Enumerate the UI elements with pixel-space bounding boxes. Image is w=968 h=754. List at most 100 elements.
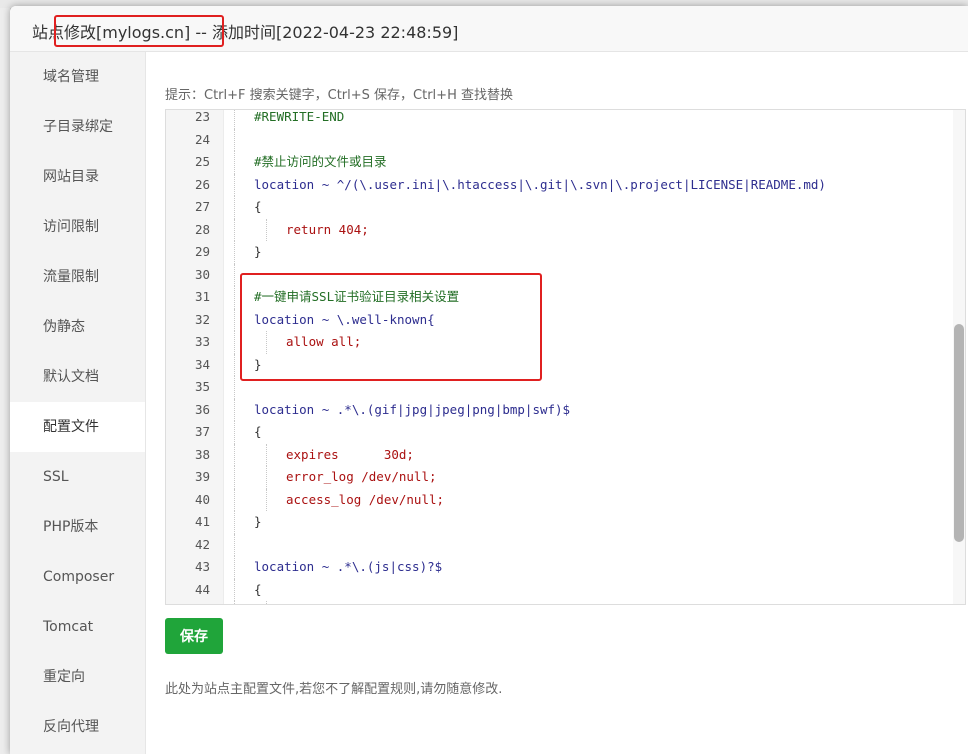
indent-guide xyxy=(234,488,235,511)
scrollbar-thumb[interactable] xyxy=(954,324,964,542)
line-number: 39 xyxy=(194,469,210,484)
sidebar-item[interactable]: 配置文件 xyxy=(10,402,145,452)
line-number: 29 xyxy=(194,244,210,259)
line-number: 25 xyxy=(194,154,210,169)
code-line: 27 { xyxy=(166,196,946,219)
line-number: 43 xyxy=(194,559,210,574)
editor-scrollbar[interactable] xyxy=(953,110,965,604)
indent-guide xyxy=(234,241,235,264)
line-text: { xyxy=(254,199,262,214)
indent-guide xyxy=(266,443,267,466)
code-line: 23 #REWRITE-END xyxy=(166,109,946,129)
line-number: 35 xyxy=(194,379,210,394)
line-text: access_log /dev/null; xyxy=(286,491,445,507)
sidebar-item[interactable]: 反向代理 xyxy=(10,702,145,752)
indent-guide xyxy=(234,466,235,489)
settings-sidebar: 域名管理 子目录绑定 网站目录 访问限制 流量限制 伪静态 默认文档 配置文件 SSL PHP版本… xyxy=(10,52,146,754)
indent-guide xyxy=(234,308,235,331)
shortcut-hint: 提示：Ctrl+F 搜索关键字，Ctrl+S 保存，Ctrl+H 查找替换 xyxy=(165,88,513,103)
indent-guide xyxy=(234,443,235,466)
line-number: 31 xyxy=(194,289,210,304)
code-line: 44 { xyxy=(166,578,946,601)
line-number: 24 xyxy=(194,131,210,147)
indent-guide xyxy=(234,556,235,579)
site-edit-dialog: 站点修改[mylogs.cn] -- 添加时间[2022-04-23 22:48… xyxy=(10,6,968,754)
sidebar-item[interactable]: SSL xyxy=(10,452,145,502)
config-file-panel: 提示：Ctrl+F 搜索关键字，Ctrl+S 保存，Ctrl+H 查找替换 23… xyxy=(165,52,968,754)
sidebar-item[interactable]: Composer xyxy=(10,552,145,602)
indent-guide xyxy=(234,196,235,219)
sidebar-item[interactable]: Tomcat xyxy=(10,602,145,652)
config-code-editor[interactable]: 23 #REWRITE-END 24 25 #禁止访问的文件或目录 26 location … xyxy=(165,109,966,605)
indent-guide xyxy=(234,601,235,604)
sidebar-item[interactable]: 访问限制 xyxy=(10,202,145,252)
code-line: 39 error_log /dev/null; xyxy=(166,466,946,489)
sidebar-item[interactable]: 网站目录 xyxy=(10,152,145,202)
line-text: location ~ .*\.(gif|jpg|jpeg|png|bmp|swf… xyxy=(254,401,571,417)
indent-guide xyxy=(234,151,235,174)
line-text: location ~ ^/(\.user.ini|\.htaccess|\.gi… xyxy=(254,176,826,192)
domain-highlight-box xyxy=(54,15,224,47)
indent-guide xyxy=(234,376,235,399)
indent-guide xyxy=(266,218,267,241)
line-text: #REWRITE-END xyxy=(254,109,345,124)
sidebar-item[interactable]: 默认文档 xyxy=(10,352,145,402)
line-text: { xyxy=(254,581,262,597)
code-line: 24 xyxy=(166,128,946,151)
dialog-titlebar[interactable]: 站点修改[mylogs.cn] -- 添加时间[2022-04-23 22:48… xyxy=(10,6,968,52)
line-text: } xyxy=(254,244,262,259)
line-number: 38 xyxy=(194,446,210,462)
code-line: 26 location ~ ^/(\.user.ini|\.htaccess|\.… xyxy=(166,173,946,196)
line-number: 37 xyxy=(194,424,210,439)
save-button[interactable]: 保存 xyxy=(165,618,223,654)
code-line: 28 return 404; xyxy=(166,218,946,241)
sidebar-item[interactable]: 流量限制 xyxy=(10,252,145,302)
indent-guide xyxy=(234,578,235,601)
line-number: 28 xyxy=(194,221,210,237)
indent-guide xyxy=(266,488,267,511)
code-line: 29} xyxy=(166,241,946,264)
code-line: 25 #禁止访问的文件或目录 xyxy=(166,151,946,174)
line-number: 34 xyxy=(194,356,210,372)
sidebar-item[interactable]: PHP版本 xyxy=(10,502,145,552)
indent-guide xyxy=(266,601,267,604)
indent-guide xyxy=(234,263,235,286)
indent-guide xyxy=(234,128,235,151)
indent-guide xyxy=(234,218,235,241)
line-number: 36 xyxy=(194,401,210,417)
code-line: 37 { xyxy=(166,421,946,444)
sidebar-item[interactable]: 子目录绑定 xyxy=(10,102,145,152)
sidebar-item[interactable]: 伪静态 xyxy=(10,302,145,352)
ssl-block-highlight-box xyxy=(240,273,542,381)
line-number: 41 xyxy=(194,514,210,529)
code-line: 43 location ~ .*\.(js|css)?$ xyxy=(166,556,946,579)
line-number: 42 xyxy=(194,536,210,552)
sidebar-item[interactable]: 重定向 xyxy=(10,652,145,702)
code-line: 38 expires 30d; xyxy=(166,443,946,466)
code-line: 45 xyxy=(166,601,946,604)
line-number: 32 xyxy=(194,311,210,327)
code-line: 40 access_log /dev/null; xyxy=(166,488,946,511)
line-number: 40 xyxy=(194,491,210,507)
line-text: #禁止访问的文件或目录 xyxy=(254,154,387,169)
line-number: 30 xyxy=(194,266,210,282)
line-text: { xyxy=(254,424,262,439)
indent-guide xyxy=(234,173,235,196)
indent-guide xyxy=(234,286,235,309)
code-line: 41} xyxy=(166,511,946,534)
code-line: 36 location ~ .*\.(gif|jpg|jpeg|png|bmp|s… xyxy=(166,398,946,421)
indent-guide xyxy=(234,421,235,444)
line-number: 33 xyxy=(194,334,210,349)
indent-guide xyxy=(234,331,235,354)
indent-guide xyxy=(234,511,235,534)
sidebar-item[interactable]: 域名管理 xyxy=(10,52,145,102)
line-text: location ~ .*\.(js|css)?$ xyxy=(254,559,443,574)
indent-guide xyxy=(266,466,267,489)
line-number: 45 xyxy=(166,601,210,604)
line-number: 26 xyxy=(194,176,210,192)
indent-guide xyxy=(234,398,235,421)
indent-guide xyxy=(234,110,235,129)
line-number: 44 xyxy=(194,581,210,597)
line-number: 23 xyxy=(194,109,210,124)
line-text: expires 30d; xyxy=(286,446,414,462)
